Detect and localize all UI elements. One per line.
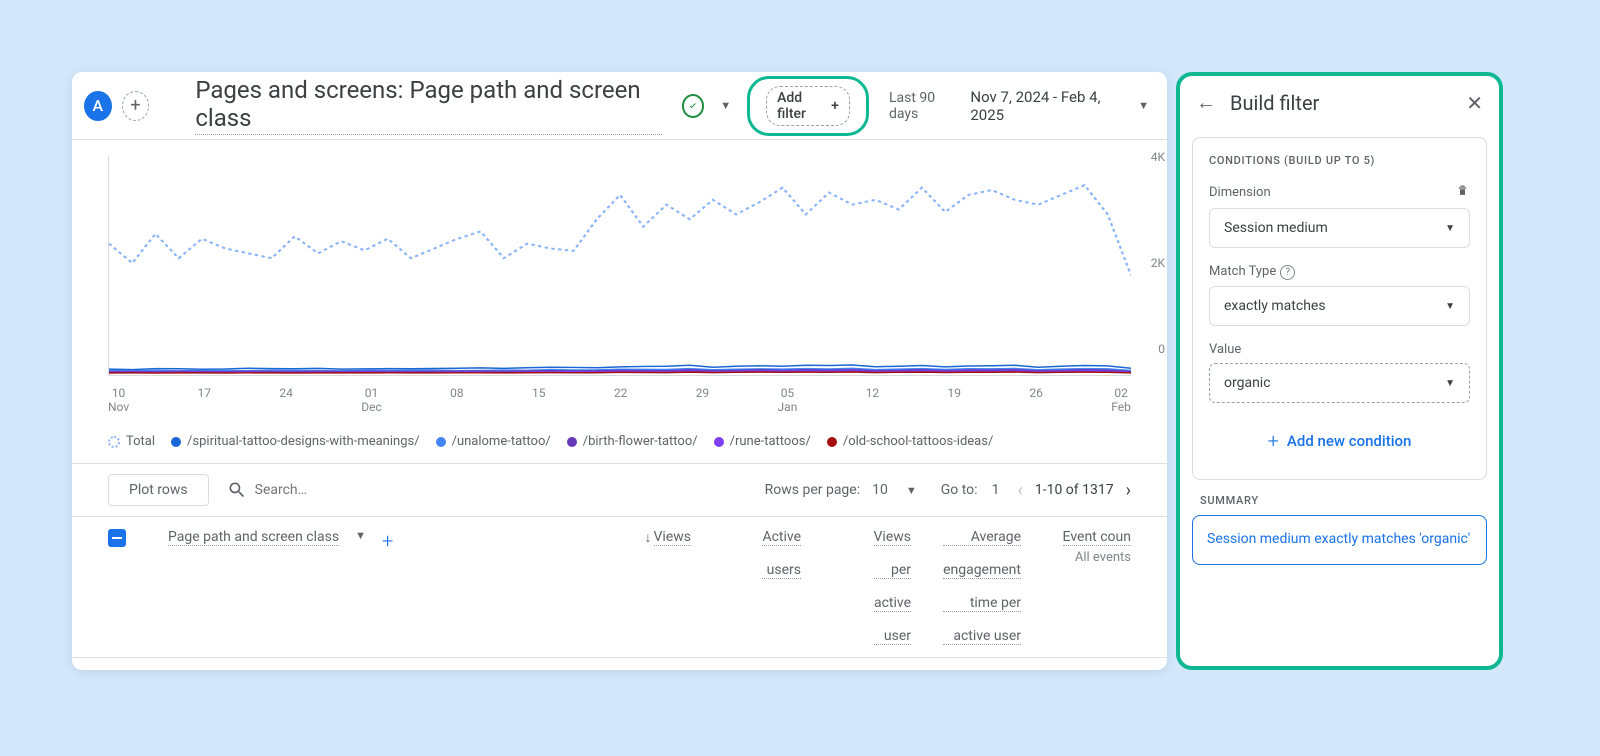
dimension-header: Page path and screen class ▼ + — [168, 529, 581, 645]
x-tick: 22 — [614, 386, 628, 414]
x-tick: 19 — [948, 386, 962, 414]
match-type-value: exactly matches — [1224, 298, 1326, 314]
add-filter-label: Add filter — [777, 90, 827, 122]
x-tick: 05Jan — [778, 386, 798, 414]
legend-item[interactable]: Total — [108, 434, 155, 449]
chevron-down-icon[interactable]: ▼ — [720, 99, 731, 112]
summary-box: Session medium exactly matches 'organic' — [1192, 515, 1487, 565]
plus-icon: + — [831, 98, 839, 114]
main-card: A + Pages and screens: Page path and scr… — [72, 72, 1167, 670]
date-preset-label: Last 90 days — [889, 90, 960, 122]
header-bar: A + Pages and screens: Page path and scr… — [72, 72, 1167, 140]
table-total-row: Total 276,938100% of total142,321100% of… — [72, 657, 1167, 670]
page-title[interactable]: Pages and screens: Page path and screen … — [195, 76, 662, 135]
match-type-label: Match Type — [1209, 264, 1276, 279]
check-icon — [682, 94, 704, 118]
table-controls: Plot rows Rows per page: 10 ▼ Go to: 1 ‹… — [72, 463, 1167, 516]
legend-item[interactable]: /birth-flower-tattoo/ — [567, 434, 698, 449]
column-header[interactable]: Averageengagementtime peractive user — [911, 529, 1021, 645]
x-tick: 24 — [279, 386, 293, 414]
x-tick: 01Dec — [361, 386, 382, 414]
add-condition-button[interactable]: + Add new condition — [1209, 419, 1470, 463]
trash-icon[interactable] — [1455, 183, 1470, 202]
chart-area: 4K 2K 0 10Nov 17 24 01Dec 08 15 22 29 05Jan 12 19 2… — [72, 140, 1167, 420]
x-tick: 26 — [1029, 386, 1043, 414]
add-dimension-button[interactable]: + — [382, 529, 393, 553]
rows-per-page-value[interactable]: 10 — [872, 482, 888, 498]
x-tick: 10Nov — [108, 386, 129, 414]
close-button[interactable]: ✕ — [1466, 91, 1483, 115]
avatar[interactable]: A — [84, 91, 112, 121]
panel-title: Build filter — [1230, 91, 1452, 115]
x-tick: 17 — [198, 386, 212, 414]
x-tick: 29 — [696, 386, 710, 414]
x-tick: 12 — [866, 386, 880, 414]
plot-rows-button[interactable]: Plot rows — [108, 474, 209, 506]
dimension-field-label: Dimension — [1209, 185, 1271, 200]
date-range-picker[interactable]: Last 90 days Nov 7, 2024 - Feb 4, 2025 ▼ — [889, 88, 1155, 124]
column-header[interactable]: ↓Views — [581, 529, 691, 645]
legend-item[interactable]: /unalome-tattoo/ — [436, 434, 551, 449]
y-tick-0: 0 — [1158, 342, 1165, 356]
rows-per-page-label: Rows per page: — [765, 482, 860, 498]
conditions-title: CONDITIONS (BUILD UP TO 5) — [1209, 154, 1470, 167]
chevron-down-icon: ▼ — [1445, 301, 1455, 312]
legend-item[interactable]: /rune-tattoos/ — [714, 434, 811, 449]
search-input[interactable] — [255, 482, 455, 498]
value-select-value: organic — [1224, 375, 1271, 391]
conditions-card: CONDITIONS (BUILD UP TO 5) Dimension Ses… — [1192, 137, 1487, 480]
chevron-down-icon: ▼ — [1138, 99, 1149, 112]
dimension-select-value: Session medium — [1224, 220, 1328, 236]
goto-label: Go to: — [941, 482, 978, 498]
chevron-down-icon: ▼ — [1445, 378, 1455, 389]
column-header[interactable]: Event counAll events — [1021, 529, 1131, 645]
prev-page-button[interactable]: ‹ — [1017, 480, 1022, 501]
dimension-select[interactable]: Session medium ▼ — [1209, 208, 1470, 248]
build-filter-panel: ← Build filter ✕ CONDITIONS (BUILD UP TO… — [1176, 72, 1503, 670]
x-tick: 02Feb — [1111, 386, 1131, 414]
next-page-button[interactable]: › — [1126, 480, 1131, 501]
x-tick: 15 — [532, 386, 546, 414]
dimension-header-label[interactable]: Page path and screen class — [168, 529, 339, 546]
value-field-label: Value — [1209, 342, 1241, 357]
chart-svg — [108, 156, 1131, 376]
chevron-down-icon: ▼ — [1445, 223, 1455, 234]
summary-title: SUMMARY — [1200, 494, 1479, 507]
select-all-checkbox[interactable] — [108, 529, 126, 547]
value-select[interactable]: organic ▼ — [1209, 363, 1470, 403]
add-filter-button[interactable]: Add filter + — [747, 76, 869, 136]
legend: Total/spiritual-tattoo-designs-with-mean… — [72, 420, 1167, 463]
date-range-text: Nov 7, 2024 - Feb 4, 2025 — [970, 88, 1122, 124]
y-tick-2k: 2K — [1151, 256, 1165, 270]
table-header-row: Page path and screen class ▼ + ↓ViewsAct… — [72, 516, 1167, 657]
match-type-select[interactable]: exactly matches ▼ — [1209, 286, 1470, 326]
pagination-range: 1-10 of 1317 — [1035, 482, 1114, 498]
search-icon — [227, 480, 247, 500]
legend-item[interactable]: /spiritual-tattoo-designs-with-meanings/ — [171, 434, 420, 449]
help-icon[interactable]: ? — [1280, 265, 1295, 280]
add-account-button[interactable]: + — [122, 91, 150, 121]
column-header[interactable]: Activeusers — [691, 529, 801, 645]
legend-item[interactable]: /old-school-tattoos-ideas/ — [827, 434, 993, 449]
plus-icon: + — [1268, 429, 1279, 453]
add-condition-label: Add new condition — [1287, 432, 1411, 450]
x-axis: 10Nov 17 24 01Dec 08 15 22 29 05Jan 12 19 26 02Feb — [108, 380, 1131, 420]
column-header[interactable]: Viewsperactiveuser — [801, 529, 911, 645]
back-button[interactable]: ← — [1196, 90, 1216, 115]
chevron-down-icon[interactable]: ▼ — [906, 484, 917, 497]
x-tick: 08 — [450, 386, 464, 414]
y-tick-4k: 4K — [1151, 150, 1165, 164]
chevron-down-icon[interactable]: ▼ — [355, 529, 366, 542]
goto-value[interactable]: 1 — [992, 482, 1000, 498]
